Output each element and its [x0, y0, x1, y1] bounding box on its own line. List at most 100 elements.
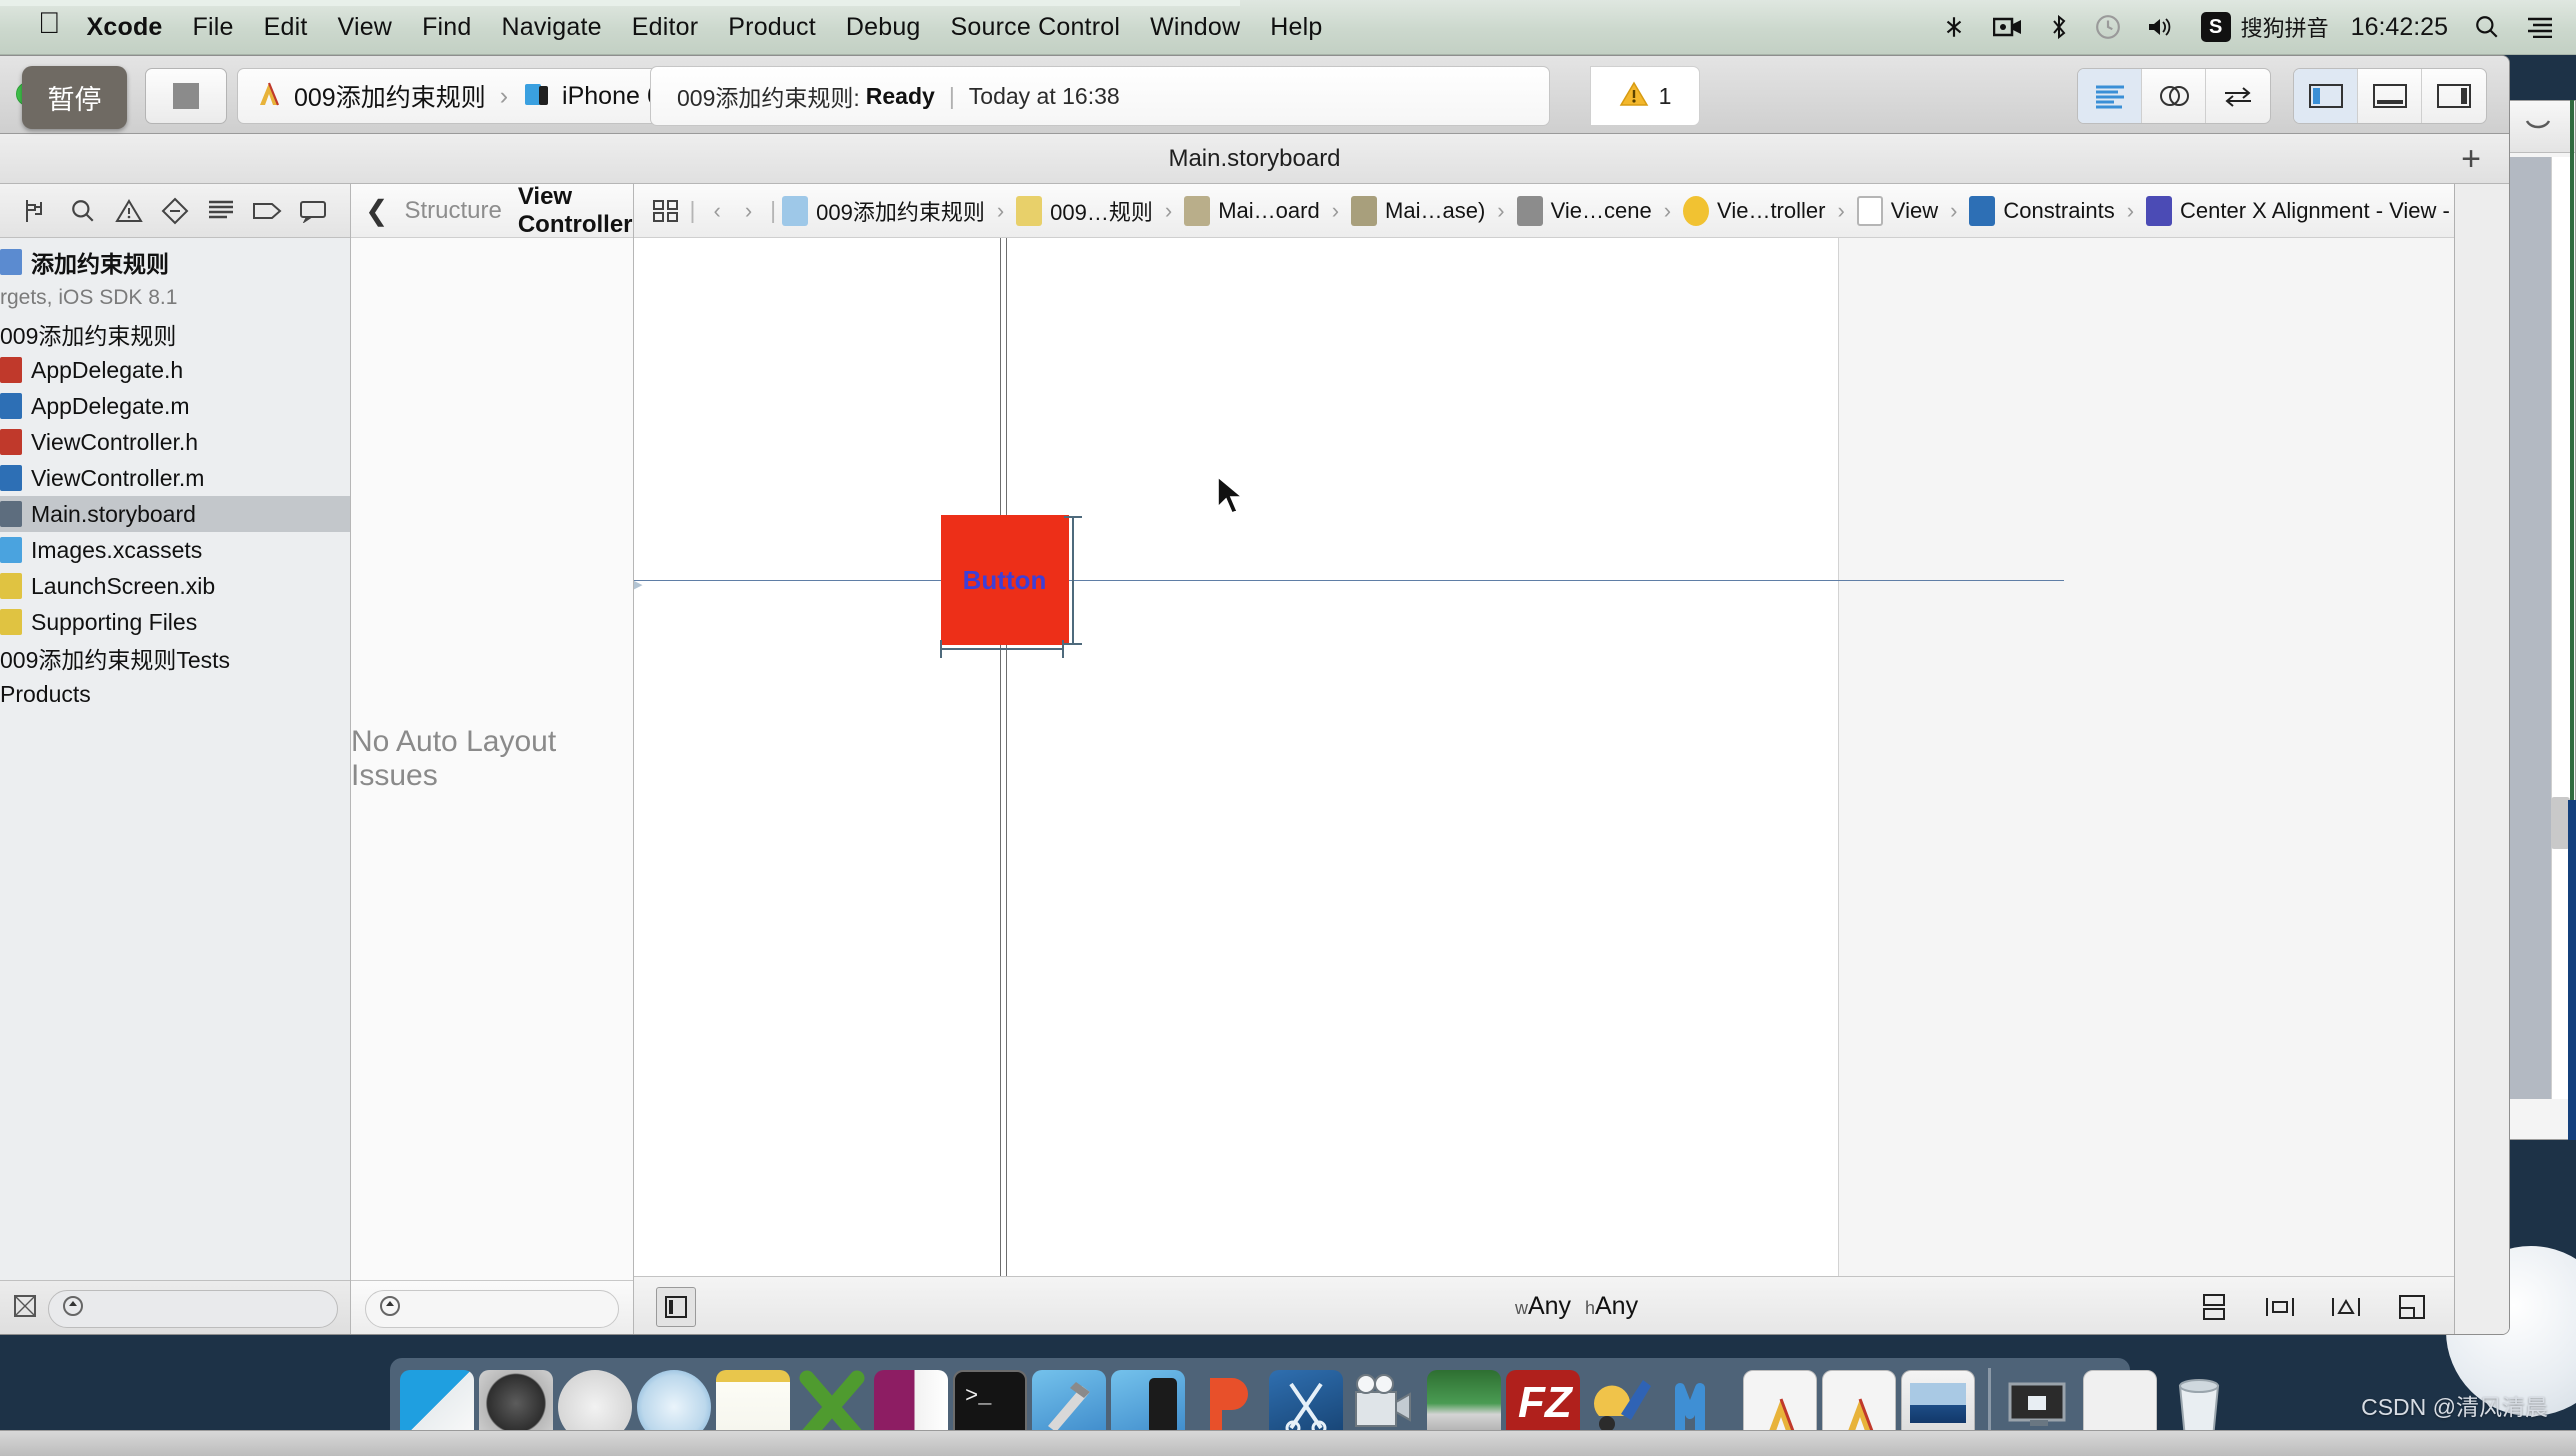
nav-row-viewcontroller-m[interactable]: ViewController.m — [0, 460, 350, 496]
menu-item-view[interactable]: View — [338, 13, 393, 42]
view-controller-scene[interactable] — [633, 238, 1839, 1276]
bluetooth-icon[interactable] — [2049, 14, 2069, 40]
breadcrumb-item-scene[interactable]: Vie…cene — [1516, 195, 1652, 226]
menu-item-xcode[interactable]: Xcode — [87, 13, 163, 42]
center-x-guide-secondary — [1005, 238, 1007, 1276]
menu-item-source-control[interactable]: Source Control — [951, 13, 1121, 42]
breakpoint-navigator-icon[interactable] — [244, 191, 290, 231]
issues-filter-input[interactable] — [365, 1289, 619, 1328]
breadcrumb-item-group[interactable]: 009…规则 — [1016, 195, 1153, 227]
breadcrumb-item-view[interactable]: View — [1856, 195, 1938, 226]
add-editor-button[interactable]: + — [2461, 142, 2481, 176]
nav-row-launchscreen-xib[interactable]: LaunchScreen.xib — [0, 568, 350, 604]
filter-icon — [61, 1294, 85, 1323]
menu-item-editor[interactable]: Editor — [632, 13, 699, 42]
nav-row-main-storyboard[interactable]: Main.storyboard — [0, 496, 350, 532]
breadcrumb-item-project[interactable]: 009添加约束规则 — [782, 195, 985, 227]
nav-row-tests-group[interactable]: 009添加约束规则Tests — [0, 640, 350, 676]
header-file-icon — [0, 429, 22, 455]
volume-icon[interactable] — [2147, 15, 2175, 39]
document-outline-toggle-button[interactable] — [655, 1286, 696, 1327]
apple-logo-icon[interactable]:  — [38, 9, 61, 39]
test-navigator-icon[interactable] — [152, 191, 198, 231]
scheme-selector[interactable]: 009添加约束规则 › iPhone 6 — [237, 68, 678, 124]
input-method-label[interactable]: 搜狗拼音 — [2241, 11, 2329, 43]
nav-row-project[interactable]: 添加约束规则 — [0, 244, 350, 280]
height-constraint-line[interactable] — [1071, 516, 1074, 644]
jumpbar-back-icon[interactable]: ‹ — [713, 198, 720, 224]
menu-item-edit[interactable]: Edit — [264, 13, 308, 42]
menu-item-help[interactable]: Help — [1270, 13, 1322, 42]
stop-button[interactable] — [145, 68, 227, 124]
issue-counter[interactable]: 1 — [1590, 66, 1700, 126]
nav-row-group-main[interactable]: 009添加约束规则 — [0, 316, 350, 352]
warning-icon — [1619, 80, 1649, 113]
report-navigator-icon[interactable] — [290, 191, 336, 231]
assistant-editor-button[interactable] — [2142, 69, 2206, 123]
editor-mode-segment — [2077, 68, 2271, 124]
document-title: Main.storyboard — [1168, 144, 1341, 172]
menu-item-window[interactable]: Window — [1150, 13, 1240, 42]
breadcrumb-item-storyboard[interactable]: Mai…oard — [1184, 195, 1320, 226]
nav-row-appdelegate-m[interactable]: AppDelegate.m — [0, 388, 350, 424]
notification-center-icon[interactable] — [2526, 16, 2554, 38]
issue-navigator-icon[interactable] — [106, 191, 152, 231]
stop-square-icon — [173, 83, 199, 109]
menu-item-debug[interactable]: Debug — [846, 13, 921, 42]
breadcrumb-chevron-icon: › — [1950, 197, 1958, 223]
xcode-project-icon — [254, 79, 284, 114]
nav-row-viewcontroller-h[interactable]: ViewController.h — [0, 424, 350, 460]
breadcrumb-item-view-controller[interactable]: Vie…troller — [1683, 195, 1825, 226]
align-icon[interactable] — [2194, 1287, 2234, 1327]
standard-editor-button[interactable] — [2078, 69, 2142, 123]
structure-link[interactable]: Structure — [404, 197, 501, 225]
width-constraint-cap-right — [1061, 640, 1064, 658]
scissors-icon[interactable] — [1941, 14, 1967, 40]
debug-area-toggle-button[interactable] — [2358, 69, 2422, 123]
warning-count: 1 — [1658, 82, 1672, 109]
utilities-toggle-button[interactable] — [2422, 69, 2486, 123]
csdn-watermark: CSDN @清风清晨 — [2361, 1394, 2548, 1420]
nav-row-appdelegate-h[interactable]: AppDelegate.h — [0, 352, 350, 388]
resolve-issues-icon[interactable] — [2326, 1287, 2366, 1327]
related-items-icon[interactable] — [648, 193, 684, 229]
navigator-filter-input[interactable] — [48, 1289, 338, 1328]
jumpbar-forward-icon[interactable]: › — [745, 198, 752, 224]
nav-row-products-group[interactable]: Products — [0, 676, 350, 712]
breadcrumb-item-base-locale[interactable]: Mai…ase) — [1351, 195, 1485, 226]
menu-item-find[interactable]: Find — [422, 13, 471, 42]
navigator-filter-text[interactable] — [85, 1295, 337, 1322]
nav-row-label: 009添加约束规则Tests — [0, 647, 231, 673]
version-editor-button[interactable] — [2206, 69, 2270, 123]
search-navigator-icon[interactable] — [60, 191, 106, 231]
nav-row-supporting-files[interactable]: Supporting Files — [0, 604, 350, 640]
search-icon[interactable] — [2474, 14, 2500, 40]
breadcrumb-label: 009…规则 — [1050, 199, 1153, 225]
project-file-list[interactable]: 添加约束规则 rgets, iOS SDK 8.1 009添加约束规则 AppD… — [0, 238, 350, 1280]
height-constraint-cap-top — [1063, 516, 1082, 518]
time-machine-icon[interactable] — [2095, 14, 2121, 40]
resizing-behavior-icon[interactable] — [2392, 1287, 2432, 1327]
view-controller-title: View Controller — [517, 182, 633, 238]
size-class-label[interactable]: wAny hAny — [1515, 1292, 1638, 1321]
button-view[interactable]: Button — [940, 515, 1069, 645]
pin-icon[interactable] — [2260, 1287, 2300, 1327]
input-method-badge[interactable]: S — [2200, 12, 2231, 42]
nav-row-label: AppDelegate.m — [31, 392, 190, 419]
storyboard-canvas[interactable]: ▸ Button — [633, 238, 2509, 1276]
nav-row-images-xcassets[interactable]: Images.xcassets — [0, 532, 350, 568]
canvas-collapse-arrow-icon[interactable]: ▸ — [634, 563, 643, 603]
screen-record-icon[interactable] — [1992, 15, 2023, 39]
menu-item-product[interactable]: Product — [728, 13, 816, 42]
menubar-clock[interactable]: 16:42:25 — [2351, 13, 2448, 42]
navigator-toggle-button[interactable] — [2294, 69, 2358, 123]
menu-item-file[interactable]: File — [193, 13, 234, 42]
navigator-filter-left-icon[interactable] — [12, 1293, 38, 1324]
issues-filter-text[interactable] — [402, 1295, 618, 1322]
breadcrumb-item-constraints[interactable]: Constraints — [1969, 195, 2115, 226]
project-navigator-icon[interactable] — [14, 191, 60, 231]
debug-navigator-icon[interactable] — [198, 191, 244, 231]
width-constraint-line[interactable] — [940, 648, 1063, 650]
back-chevron-icon[interactable]: ❮ — [365, 194, 388, 227]
menu-item-navigate[interactable]: Navigate — [502, 13, 602, 42]
